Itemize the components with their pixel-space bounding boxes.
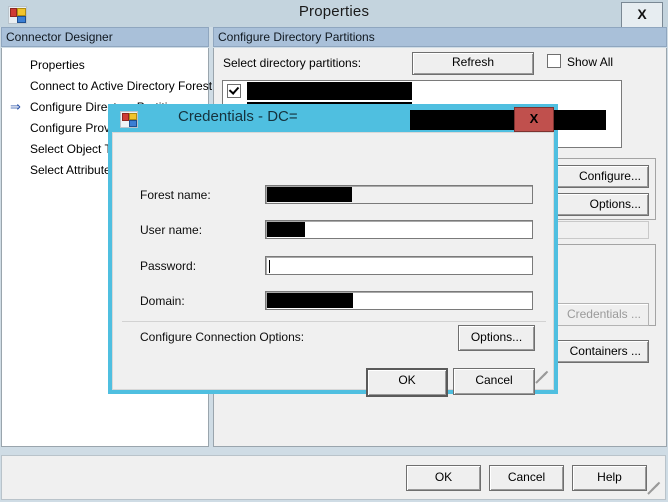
text-caret: [269, 260, 270, 273]
show-all-checkbox[interactable]: Show All: [547, 54, 613, 69]
show-all-label: Show All: [567, 55, 614, 69]
options-button[interactable]: Options...: [549, 193, 649, 216]
sidebar-item-label: Connect to Active Directory Forest: [30, 79, 213, 93]
dialog-titlebar: Credentials - DC= X: [108, 104, 606, 132]
credentials-button: Credentials ...: [549, 303, 649, 326]
window-footer: OK Cancel Help: [1, 456, 666, 500]
sidebar-item-properties[interactable]: Properties: [2, 56, 208, 75]
checkbox-box-icon: [547, 54, 561, 68]
select-partitions-label: Select directory partitions:: [223, 56, 362, 70]
sidebar-item-connect-forest[interactable]: Connect to Active Directory Forest: [2, 77, 212, 96]
sidebar-item-label: Select Attributes: [30, 163, 117, 177]
page-title: Properties: [298, 3, 370, 20]
sidebar-item-label: Properties: [30, 58, 85, 72]
user-name-label: User name:: [140, 223, 203, 237]
connector-designer-header: Connector Designer: [1, 27, 209, 47]
spare-button: [549, 221, 649, 239]
dialog-title-text: Credentials - DC=: [178, 108, 298, 125]
password-label: Password:: [140, 259, 197, 273]
connection-options-button[interactable]: Options...: [458, 325, 535, 351]
redacted-value: [267, 187, 352, 202]
redacted-value: [247, 82, 412, 100]
resize-grip[interactable]: [647, 481, 661, 496]
help-button[interactable]: Help: [572, 465, 647, 491]
configure-button[interactable]: Configure...: [549, 165, 649, 188]
redacted-value: [267, 222, 305, 237]
ok-button[interactable]: OK: [406, 465, 481, 491]
list-item[interactable]: [223, 81, 621, 101]
app-grid-icon: [120, 111, 138, 128]
forest-name-field[interactable]: [265, 185, 533, 204]
divider: [122, 321, 546, 322]
refresh-button[interactable]: Refresh: [412, 52, 534, 75]
checkbox-checked-icon[interactable]: [227, 84, 241, 98]
password-field[interactable]: [265, 256, 533, 275]
domain-field[interactable]: [265, 291, 533, 310]
redacted-value: [267, 293, 353, 308]
cancel-button[interactable]: Cancel: [489, 465, 564, 491]
domain-label: Domain:: [140, 294, 185, 308]
containers-button[interactable]: Containers ...: [549, 340, 649, 363]
configure-partitions-header: Configure Directory Partitions: [213, 27, 667, 47]
close-icon[interactable]: X: [621, 2, 663, 28]
dialog-cancel-button[interactable]: Cancel: [453, 368, 535, 395]
dialog-resize-grip[interactable]: [535, 370, 549, 385]
dialog-title: Credentials - DC=: [178, 108, 298, 125]
credentials-dialog: Credentials - DC= X Forest name: User na…: [108, 104, 606, 397]
close-icon[interactable]: X: [514, 107, 554, 132]
user-name-field[interactable]: [265, 220, 533, 239]
forest-name-label: Forest name:: [140, 188, 211, 202]
main-titlebar: Properties X: [0, 0, 668, 28]
active-step-arrow-icon: ⇒: [10, 99, 21, 114]
dialog-ok-button[interactable]: OK: [366, 368, 448, 397]
connection-options-label: Configure Connection Options:: [140, 330, 305, 344]
redacted-dialog-title: [410, 110, 606, 130]
dialog-body: Forest name: User name: Password: Domain…: [112, 132, 554, 397]
